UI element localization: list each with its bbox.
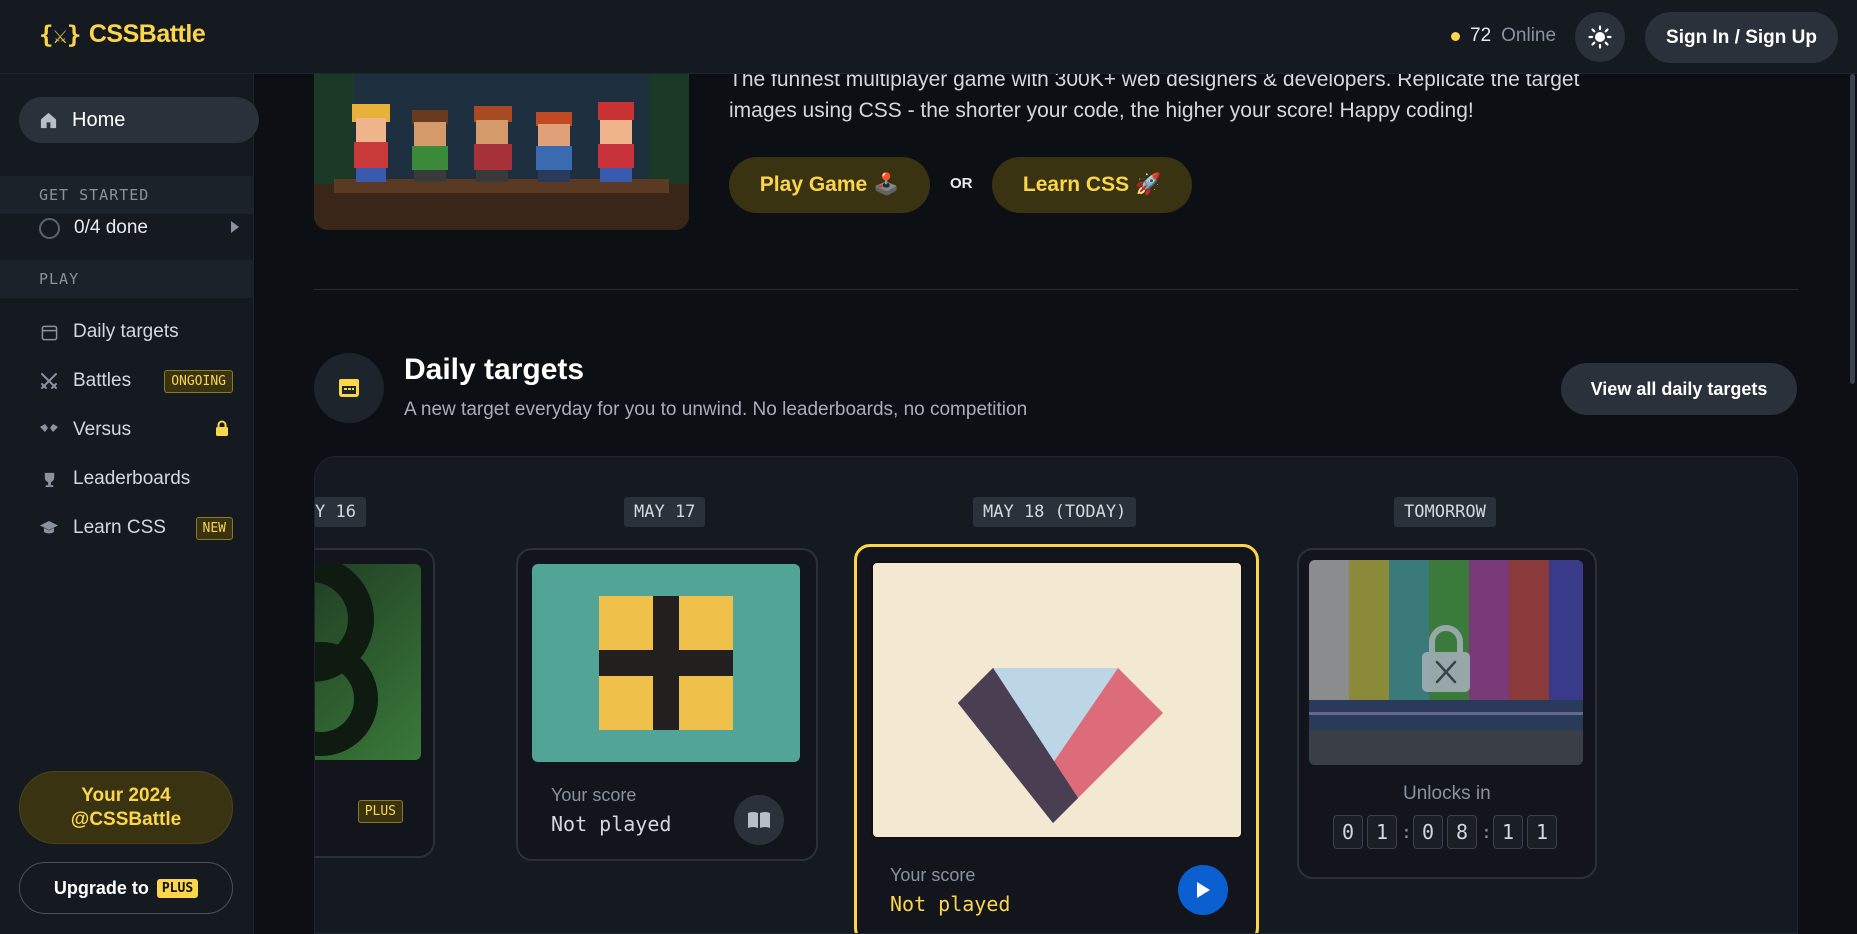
online-label: Online [1501,25,1557,46]
theme-toggle-button[interactable] [1575,12,1625,62]
play-target-button[interactable] [1178,865,1228,915]
view-solution-button[interactable] [734,795,784,845]
plus-badge: PLUS [156,878,199,898]
countdown-separator: : [1401,821,1412,843]
wrapped-line-1: Your 2024 [81,784,171,806]
graduation-cap-icon [39,518,59,538]
target-card-today[interactable]: Your score Not played [854,544,1259,933]
countdown-digit: 0 [1413,815,1443,849]
score-value: Not played [890,892,1011,916]
score-label: Your score [551,785,637,805]
logo-text: CSSBattle [88,20,206,48]
or-separator: OR [950,175,973,192]
online-count: 72 [1470,25,1492,46]
sidebar-item-label: Leaderboards [73,468,191,489]
target-thumbnail [532,564,800,762]
countdown-separator: : [1481,821,1492,843]
sidebar-item-daily-targets[interactable]: Daily targets [39,312,239,352]
sidebar-item-versus[interactable]: Versus [39,410,239,450]
sidebar-item-battles[interactable]: Battles ONGOING [39,361,239,401]
chevron-right-icon [231,221,239,233]
date-tag-tomorrow: TOMORROW [1394,497,1496,527]
score-value: Not played [551,812,672,836]
sidebar-item-learn-css[interactable]: Learn CSS NEW [39,508,239,548]
target-card-may-16[interactable]: PLUS [315,548,435,858]
target-thumbnail [871,561,1243,839]
hero-illustration [314,74,689,230]
countdown-digit: 1 [1367,815,1397,849]
score-label: Your score [890,865,976,885]
page-scrollbar[interactable] [1850,74,1855,384]
countdown-digit: 8 [1447,815,1477,849]
target-card-tomorrow: Unlocks in 0 1 : 0 8 : 1 1 [1297,548,1597,879]
target-card-may-17[interactable]: Your score Not played [516,548,818,861]
swords-icon [39,371,59,391]
section-play: PLAY [0,260,254,298]
year-wrapped-button[interactable]: Your 2024 @CSSBattle [19,771,233,844]
section-divider [314,289,1798,290]
getting-started-progress[interactable]: 0/4 done [39,208,239,248]
daily-targets-icon [314,353,384,423]
logo[interactable]: {⚔} CSSBattle [39,20,206,49]
upgrade-button[interactable]: Upgrade to PLUS [19,862,233,914]
sidebar-item-home[interactable]: Home [19,97,259,143]
learn-css-button[interactable]: Learn CSS 🚀 [992,157,1192,213]
logo-mark: {⚔} [39,20,81,49]
sidebar-item-leaderboards[interactable]: Leaderboards [39,459,239,499]
hero-text-line-2: images using CSS - the shorter your code… [729,99,1474,122]
sign-in-button[interactable]: Sign In / Sign Up [1645,12,1838,63]
sidebar-item-label: Versus [73,419,132,440]
daily-targets-carousel: Y 16 PLUS MAY 17 Your score Not played M… [314,456,1798,934]
upgrade-label: Upgrade to [53,877,149,898]
new-badge: NEW [195,516,233,540]
countdown-digit: 0 [1333,815,1363,849]
daily-targets-title: Daily targets [404,353,585,386]
wrapped-line-2: @CSSBattle [70,808,182,830]
sidebar-item-label: Battles [73,370,132,391]
target-thumbnail-locked [1309,560,1583,765]
ongoing-badge: ONGOING [164,369,233,393]
book-icon [748,812,770,828]
sidebar: Home GET STARTED 0/4 done PLAY Daily tar… [0,74,259,934]
calendar-icon [39,322,59,342]
date-tag-may-16: Y 16 [315,497,366,527]
plus-badge: PLUS [357,800,403,823]
sidebar-item-label: Home [72,108,126,131]
play-icon [1197,882,1210,898]
versus-icon [39,420,59,440]
sidebar-item-label: Learn CSS [73,517,166,538]
top-bar: {⚔} CSSBattle 72 Online Sign In / Sign U… [0,0,1857,74]
sidebar-item-label: Daily targets [73,321,179,342]
lock-icon [215,420,229,441]
countdown-timer: 0 1 : 0 8 : 1 1 [1333,815,1557,849]
progress-ring-icon [39,217,60,239]
progress-label: 0/4 done [74,217,148,238]
date-tag-today: MAY 18 (TODAY) [973,497,1137,527]
trophy-icon [39,469,59,489]
home-icon [40,112,57,128]
unlocks-label: Unlocks in [1403,783,1491,804]
countdown-digit: 1 [1527,815,1557,849]
online-dot-icon [1451,31,1460,41]
play-game-button[interactable]: Play Game 🕹️ [729,157,930,213]
date-tag-may-17: MAY 17 [624,497,706,527]
countdown-digit: 1 [1493,815,1523,849]
view-all-daily-targets-button[interactable]: View all daily targets [1561,363,1797,415]
target-thumbnail [315,564,421,760]
daily-targets-subtitle: A new target everyday for you to unwind.… [404,399,1028,420]
sun-icon [1588,25,1612,49]
online-status: 72 Online [1451,25,1556,47]
